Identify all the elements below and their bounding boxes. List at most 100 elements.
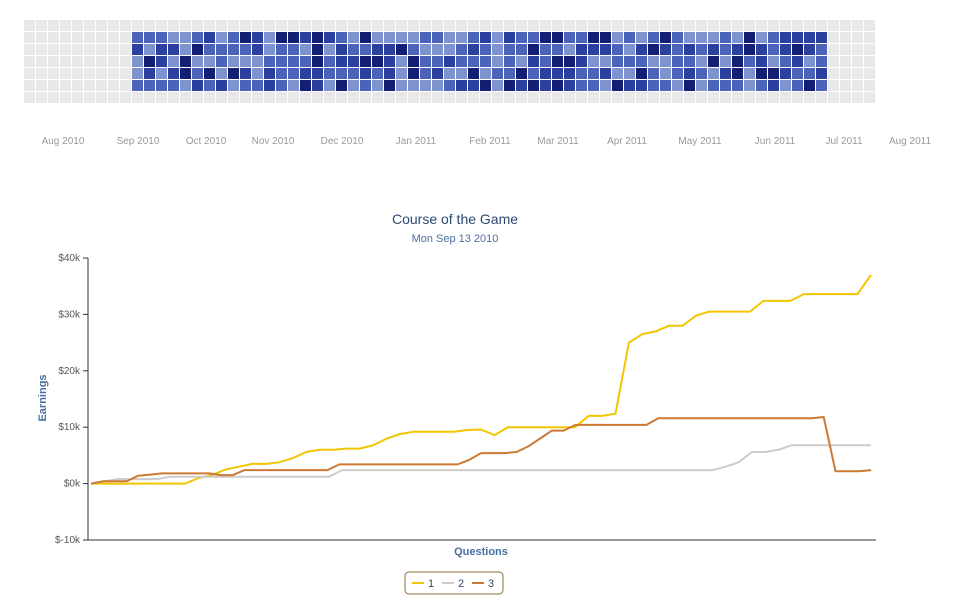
calendar-day-cell (456, 32, 467, 43)
calendar-day-cell (732, 92, 743, 103)
calendar-day-cell (468, 20, 479, 31)
calendar-day-cell (720, 20, 731, 31)
series-line-3 (90, 416, 872, 485)
calendar-day-cell (192, 56, 203, 67)
calendar-day-cell (156, 20, 167, 31)
calendar-day-cell (588, 92, 599, 103)
calendar-day-cell (420, 68, 431, 79)
calendar-day-cell (444, 92, 455, 103)
calendar-day-cell (456, 44, 467, 55)
calendar-day-cell (108, 20, 119, 31)
calendar-day-cell (576, 32, 587, 43)
calendar-day-cell (204, 20, 215, 31)
calendar-day-cell (180, 56, 191, 67)
calendar-day-cell (840, 20, 851, 31)
calendar-day-cell (360, 80, 371, 91)
calendar-day-cell (36, 32, 47, 43)
calendar-day-cell (276, 44, 287, 55)
calendar-day-cell (384, 80, 395, 91)
calendar-day-cell (804, 68, 815, 79)
calendar-day-cell (492, 32, 503, 43)
calendar-day-cell (852, 80, 863, 91)
calendar-day-cell (840, 92, 851, 103)
calendar-day-cell (504, 44, 515, 55)
calendar-day-cell (228, 80, 239, 91)
calendar-day-cell (264, 80, 275, 91)
calendar-day-cell (204, 56, 215, 67)
calendar-day-cell (768, 68, 779, 79)
calendar-day-cell (828, 20, 839, 31)
calendar-day-cell (600, 20, 611, 31)
calendar-day-cell (348, 20, 359, 31)
calendar-day-cell (564, 80, 575, 91)
calendar-day-cell (360, 32, 371, 43)
calendar-day-cell (60, 80, 71, 91)
calendar-day-cell (480, 80, 491, 91)
calendar-day-cell (264, 56, 275, 67)
calendar-day-cell (564, 32, 575, 43)
calendar-day-cell (264, 92, 275, 103)
calendar-day-cell (696, 80, 707, 91)
calendar-day-cell (780, 80, 791, 91)
calendar-day-cell (96, 44, 107, 55)
calendar-day-cell (792, 32, 803, 43)
calendar-day-cell (696, 20, 707, 31)
calendar-day-cell (672, 80, 683, 91)
calendar-day-cell (408, 68, 419, 79)
calendar-day-cell (528, 56, 539, 67)
calendar-day-cell (312, 44, 323, 55)
calendar-day-cell (168, 20, 179, 31)
calendar-day-cell (828, 44, 839, 55)
calendar-day-cell (336, 20, 347, 31)
calendar-day-cell (624, 20, 635, 31)
calendar-day-cell (60, 20, 71, 31)
legend-label: 1 (428, 578, 434, 590)
calendar-day-cell (108, 32, 119, 43)
calendar-day-cell (576, 68, 587, 79)
calendar-day-cell (432, 32, 443, 43)
calendar-day-cell (48, 68, 59, 79)
calendar-day-cell (36, 44, 47, 55)
calendar-day-cell (372, 56, 383, 67)
calendar-day-cell (660, 20, 671, 31)
calendar-day-cell (636, 32, 647, 43)
calendar-day-cell (600, 80, 611, 91)
calendar-day-cell (720, 32, 731, 43)
calendar-day-cell (696, 68, 707, 79)
calendar-day-cell (600, 68, 611, 79)
calendar-day-cell (108, 44, 119, 55)
calendar-day-cell (72, 68, 83, 79)
calendar-day-cell (240, 32, 251, 43)
calendar-day-cell (396, 92, 407, 103)
calendar-day-cell (420, 56, 431, 67)
y-tick-label: $20k (58, 366, 81, 377)
calendar-day-cell (132, 44, 143, 55)
chart-subtitle: Mon Sep 13 2010 (412, 233, 499, 245)
calendar-day-cell (708, 92, 719, 103)
calendar-day-cell (804, 44, 815, 55)
calendar-day-cell (660, 32, 671, 43)
calendar-day-cell (192, 44, 203, 55)
calendar-day-cell (576, 56, 587, 67)
calendar-day-cell (468, 80, 479, 91)
calendar-day-cell (180, 44, 191, 55)
calendar-day-cell (408, 32, 419, 43)
calendar-day-cell (36, 68, 47, 79)
calendar-day-cell (240, 92, 251, 103)
calendar-day-cell (744, 56, 755, 67)
calendar-day-cell (432, 20, 443, 31)
calendar-day-cell (312, 20, 323, 31)
calendar-day-cell (24, 56, 35, 67)
calendar-day-cell (756, 56, 767, 67)
calendar-day-cell (132, 68, 143, 79)
calendar-day-cell (252, 32, 263, 43)
calendar-day-cell (696, 56, 707, 67)
calendar-day-cell (264, 32, 275, 43)
calendar-day-cell (84, 68, 95, 79)
calendar-day-cell (168, 32, 179, 43)
calendar-day-cell (372, 92, 383, 103)
calendar-day-cell (312, 80, 323, 91)
calendar-day-cell (636, 56, 647, 67)
calendar-day-cell (492, 44, 503, 55)
calendar-day-cell (492, 80, 503, 91)
